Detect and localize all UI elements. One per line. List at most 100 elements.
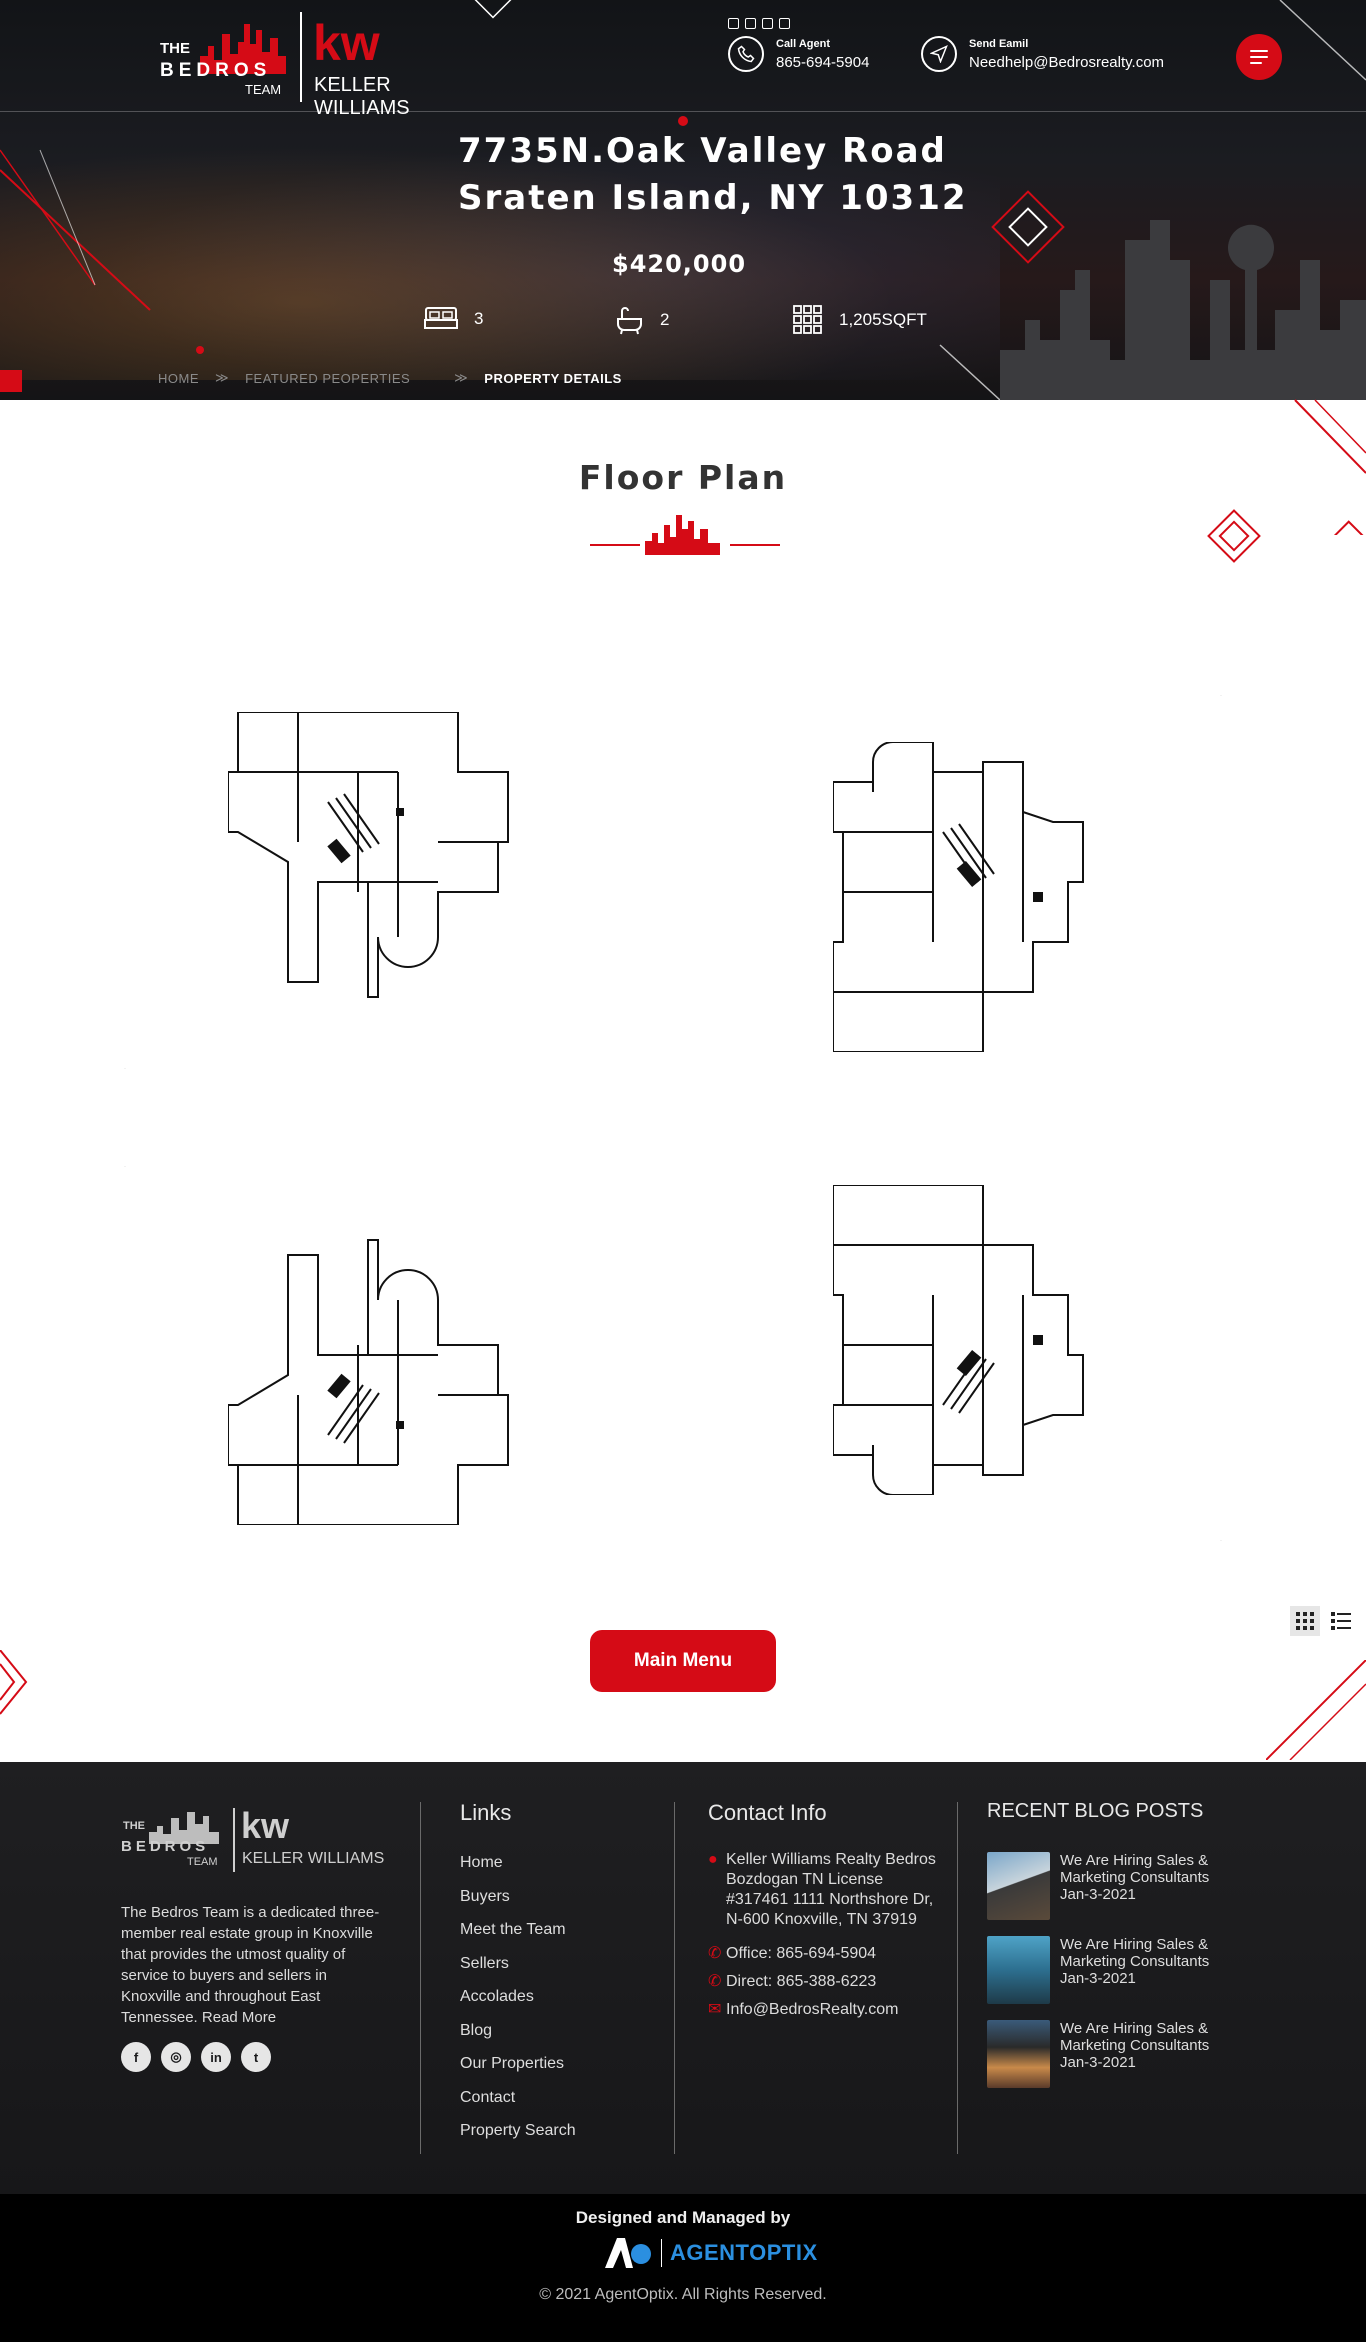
blog-post-item[interactable]: We Are Hiring Sales & Marketing Consulta… xyxy=(987,1852,1220,1920)
send-email[interactable]: Send Eamil Needhelp@Bedrosrealty.com xyxy=(921,36,1164,72)
phone-icon: ✆ xyxy=(708,1945,722,1962)
send-icon xyxy=(921,36,957,72)
main-menu-button[interactable]: Main Menu xyxy=(590,1630,776,1692)
footer-blog-heading: RECENT BLOG POSTS xyxy=(987,1800,1204,1822)
site-logo[interactable]: THE BEDROS TEAM kw KELLER WILLIAMS xyxy=(160,12,490,119)
footer-link[interactable]: Sellers xyxy=(460,1955,576,1989)
floor-plan-image-2[interactable] xyxy=(832,741,1133,1053)
logo-team: TEAM xyxy=(245,82,282,97)
instagram-icon[interactable] xyxy=(779,18,790,29)
location-pin-icon: ● xyxy=(708,1851,718,1868)
footer-direct[interactable]: Direct: 865-388-6223 xyxy=(726,1972,876,1992)
plan-watermark: · xyxy=(1220,693,1222,699)
blog-post-title[interactable]: We Are Hiring Sales & Marketing Consulta… xyxy=(1060,1936,1220,1970)
floor-plan-image-1[interactable] xyxy=(227,711,538,1018)
footer-link[interactable]: Property Search xyxy=(460,2122,576,2156)
footer-contact-info: ● Keller Williams Realty Bedros Bozdogan… xyxy=(708,1850,948,2028)
footer-link[interactable]: Blog xyxy=(460,2022,576,2056)
footer-email[interactable]: Info@BedrosRealty.com xyxy=(726,2000,898,2020)
blog-post-date: Jan-3-2021 xyxy=(1060,2054,1136,2071)
footer-column-divider xyxy=(957,1802,958,2154)
call-agent-number[interactable]: 865-694-5904 xyxy=(776,54,869,71)
blog-post-date: Jan-3-2021 xyxy=(1060,1886,1136,1903)
twitter-icon[interactable] xyxy=(745,18,756,29)
gallery-view-toggle xyxy=(1290,1606,1356,1636)
floor-plan-title: Floor Plan xyxy=(578,458,788,497)
facebook-icon[interactable]: f xyxy=(121,2042,151,2072)
footer-logo-divider xyxy=(233,1808,235,1872)
facebook-icon[interactable] xyxy=(728,18,739,29)
footer-link[interactable]: Accolades xyxy=(460,1988,576,2022)
bed-icon xyxy=(424,307,458,329)
logo-the: THE xyxy=(160,40,190,57)
plan-watermark: · xyxy=(1220,1538,1222,1544)
instagram-icon[interactable]: ◎ xyxy=(161,2042,191,2072)
agentoptix-logo[interactable]: AGENTOPTIX xyxy=(603,2236,818,2270)
footer-link[interactable]: Our Properties xyxy=(460,2055,576,2089)
address-line-1: 7735N.Oak Valley Road xyxy=(458,131,947,171)
footer-link[interactable]: Buyers xyxy=(460,1888,576,1922)
blog-post-item[interactable]: We Are Hiring Sales & Marketing Consulta… xyxy=(987,1936,1220,2004)
blog-post-thumbnail[interactable] xyxy=(987,1936,1050,2004)
footer-direct-row: ✆ Direct: 865-388-6223 xyxy=(708,1972,948,1992)
bathtub-icon xyxy=(617,307,642,335)
logo-divider xyxy=(300,12,302,102)
breadcrumb-home[interactable]: HOME xyxy=(158,371,199,386)
blog-post-thumbnail[interactable] xyxy=(987,2020,1050,2088)
footer-logo-kw: kw xyxy=(241,1805,290,1846)
footer-email-row: ✉ Info@BedrosRealty.com xyxy=(708,2000,948,2020)
footer: THE BEDROS TEAM kw KELLER WILLIAMS The B… xyxy=(0,1762,1366,2194)
title-skyline-divider xyxy=(590,515,780,555)
footer-contact-heading: Contact Info xyxy=(708,1800,827,1825)
area-value: 1,205SQFT xyxy=(839,310,927,329)
designed-by-text: Designed and Managed by xyxy=(575,2208,791,2227)
footer-link[interactable]: Contact xyxy=(460,2089,576,2123)
bottom-bar: Designed and Managed by AGENTOPTIX © 202… xyxy=(0,2194,1366,2342)
hamburger-menu-button[interactable] xyxy=(1236,34,1282,80)
footer-logo-team: TEAM xyxy=(187,1856,218,1868)
grid-view-icon[interactable] xyxy=(1290,1606,1320,1636)
footer-links-heading: Links xyxy=(460,1800,512,1825)
footer-links-list: Home Buyers Meet the Team Sellers Accola… xyxy=(460,1854,576,2156)
baths-stat: 2 xyxy=(614,305,669,335)
call-agent[interactable]: Call Agent 865-694-5904 xyxy=(728,36,869,72)
call-agent-label: Call Agent xyxy=(776,37,830,50)
footer-link[interactable]: Home xyxy=(460,1854,576,1888)
footer-column-divider xyxy=(420,1802,421,2154)
footer-logo[interactable]: THE BEDROS TEAM kw KELLER WILLIAMS xyxy=(121,1804,391,1884)
blog-post-title[interactable]: We Are Hiring Sales & Marketing Consulta… xyxy=(1060,2020,1220,2054)
breadcrumb-featured[interactable]: FEATURED PEOPERTIES xyxy=(245,371,410,386)
decorative-right-lines xyxy=(1266,1660,1366,1760)
twitter-icon[interactable]: t xyxy=(241,2042,271,2072)
blog-post-thumbnail[interactable] xyxy=(987,1852,1050,1920)
blog-post-item[interactable]: We Are Hiring Sales & Marketing Consulta… xyxy=(987,2020,1220,2088)
address-line-2: Sraten Island, NY 10312 xyxy=(458,178,968,218)
area-stat: 1,205SQFT xyxy=(793,305,927,335)
beds-value: 3 xyxy=(474,309,484,328)
chevron-right-icon: ≫ xyxy=(454,370,469,385)
footer-link[interactable]: Meet the Team xyxy=(460,1921,576,1955)
footer-office[interactable]: Office: 865-694-5904 xyxy=(726,1944,876,1964)
send-email-address[interactable]: Needhelp@Bedrosrealty.com xyxy=(969,54,1164,71)
linkedin-icon[interactable]: in xyxy=(201,2042,231,2072)
plan-watermark: · xyxy=(124,1066,126,1072)
list-view-icon[interactable] xyxy=(1326,1606,1356,1636)
plan-watermark: · xyxy=(124,1164,126,1170)
city-skyline-silhouette xyxy=(1000,220,1366,400)
breadcrumb: HOME ≫ FEATURED PEOPERTIES ≫ PROPERTY DE… xyxy=(158,370,622,386)
decorative-diamond xyxy=(1207,509,1261,563)
mail-icon: ✉ xyxy=(708,2001,722,2018)
blog-post-date: Jan-3-2021 xyxy=(1060,1970,1136,1987)
youtube-icon[interactable] xyxy=(762,18,773,29)
copyright-text: © 2021 AgentOptix. All Rights Reserved. xyxy=(539,2286,827,2303)
logo-bedros: BEDROS xyxy=(160,60,272,81)
floor-plan-image-4[interactable] xyxy=(832,1184,1133,1496)
breadcrumb-current: PROPERTY DETAILS xyxy=(484,370,622,386)
hero-banner: THE BEDROS TEAM kw KELLER WILLIAMS Call … xyxy=(0,0,1366,400)
brand-divider xyxy=(661,2239,662,2267)
grid-area-icon xyxy=(793,305,822,334)
floor-plan-image-3[interactable] xyxy=(227,1215,538,1526)
send-email-label: Send Eamil xyxy=(969,37,1029,50)
footer-logo-keller: KELLER WILLIAMS xyxy=(242,1850,385,1867)
blog-post-title[interactable]: We Are Hiring Sales & Marketing Consulta… xyxy=(1060,1852,1220,1886)
